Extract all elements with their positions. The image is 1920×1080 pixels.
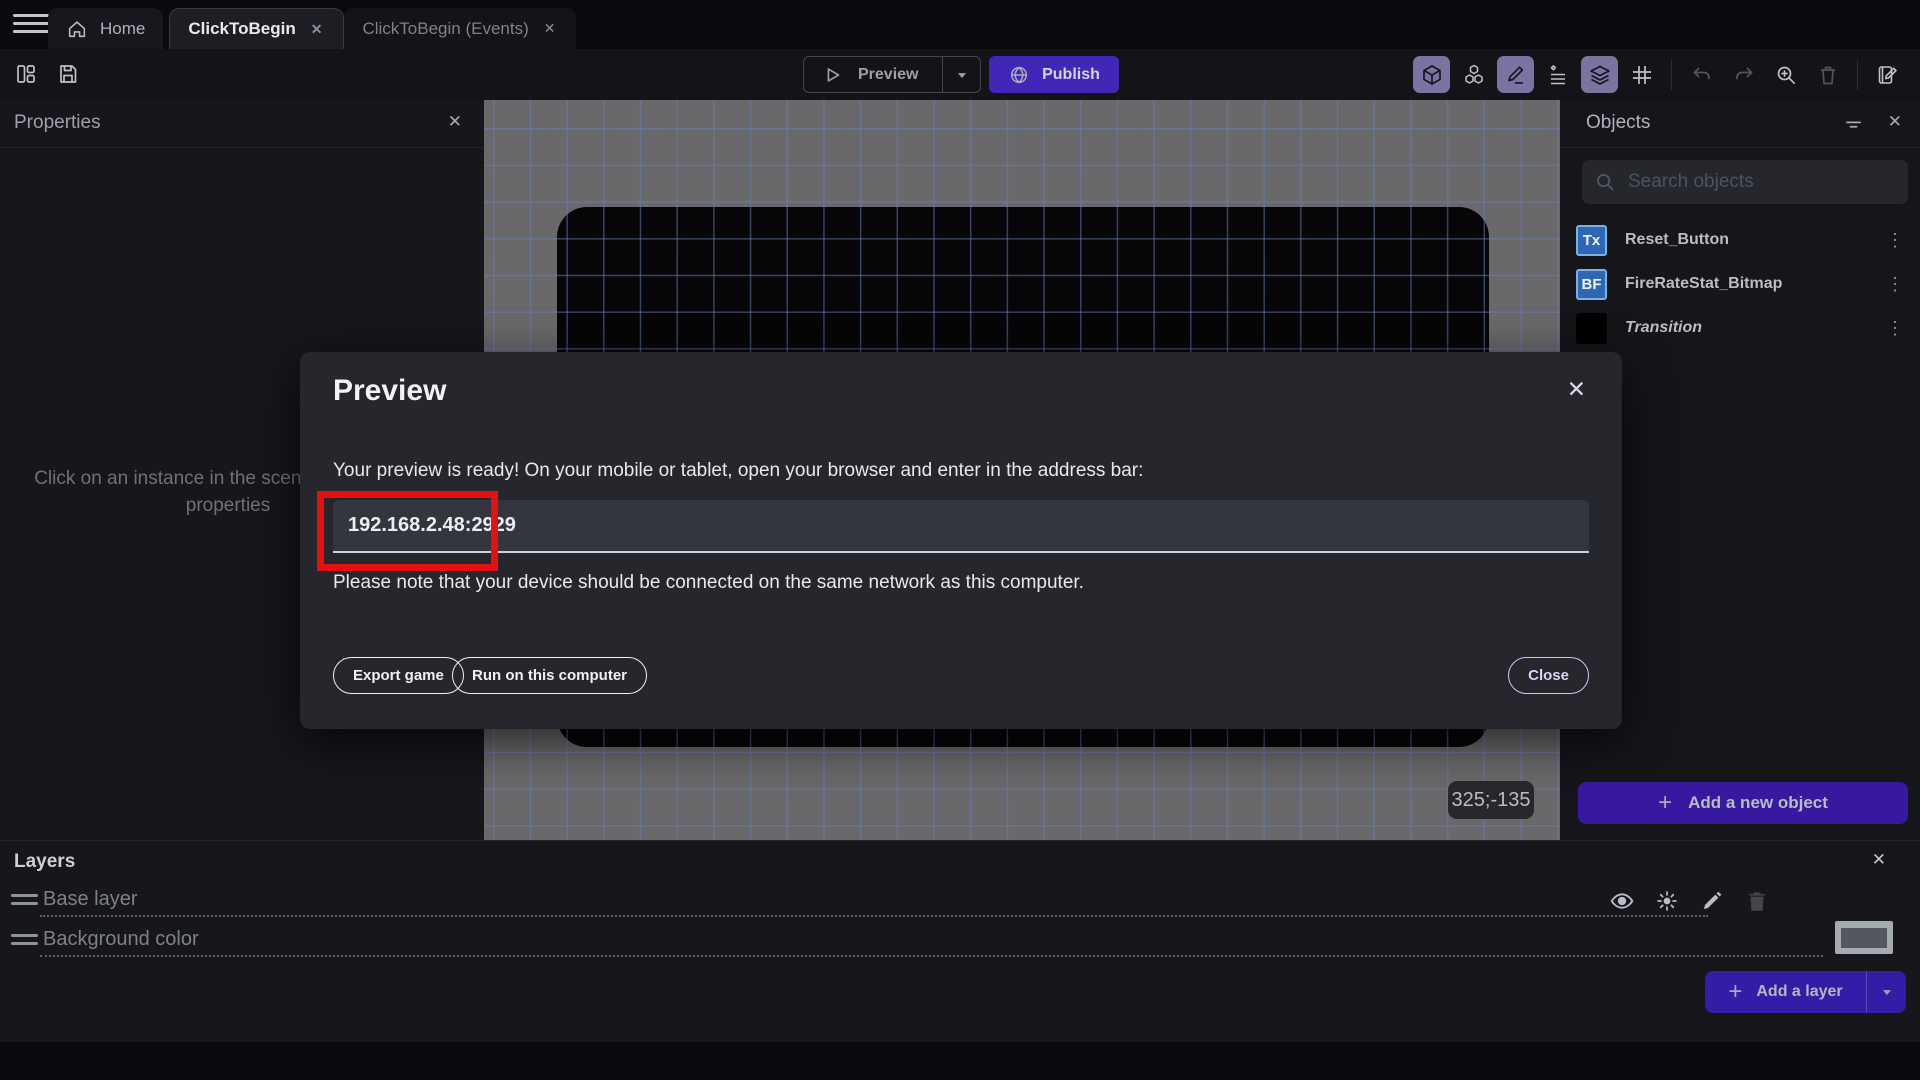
tab-clicktobegin[interactable]: ClickToBegin ✕ <box>169 8 345 49</box>
search-icon <box>1594 171 1616 193</box>
more-options-icon[interactable]: ⋮ <box>1886 318 1904 339</box>
layers-title: Layers <box>14 851 76 872</box>
window-bottom-area <box>0 1042 1920 1080</box>
visibility-eye-icon[interactable] <box>1609 888 1635 914</box>
objects-panel-header: Objects ✕ <box>1560 100 1920 148</box>
object-name: FireRateStat_Bitmap <box>1625 275 1783 292</box>
trash-icon[interactable] <box>1809 56 1846 93</box>
search-input[interactable] <box>1628 171 1896 193</box>
dialog-body-text: Your preview is ready! On your mobile or… <box>333 460 1144 481</box>
undo-icon[interactable] <box>1683 56 1720 93</box>
toolbar-divider <box>1671 59 1672 90</box>
layer-name: Base layer <box>43 888 138 910</box>
home-icon <box>66 18 88 40</box>
close-button[interactable]: Close <box>1508 657 1589 694</box>
background-color-swatch[interactable] <box>1835 921 1893 954</box>
tab-label: ClickToBegin (Events) <box>362 18 529 38</box>
cursor-coordinates-badge: 325;-135 <box>1448 781 1534 819</box>
publish-label: Publish <box>1042 65 1100 83</box>
properties-title: Properties <box>14 112 101 133</box>
edit-scene-icon[interactable] <box>1869 56 1906 93</box>
layer-name: Background color <box>43 928 199 950</box>
object-name: Transition <box>1625 319 1703 336</box>
chevron-down-icon <box>957 72 966 78</box>
toolbar-right-icons <box>1413 56 1906 93</box>
grid-icon[interactable] <box>1623 56 1660 93</box>
layer-row-background-color[interactable]: Background color <box>0 921 1920 959</box>
drag-handle-icon[interactable] <box>11 894 38 910</box>
layers-panel-icon[interactable] <box>1581 56 1618 93</box>
toolbar-left-icons <box>14 62 80 86</box>
properties-panel-icon[interactable] <box>1497 56 1534 93</box>
preview-address-field[interactable]: 192.168.2.48:2929 <box>333 500 1589 553</box>
preview-label: Preview <box>858 65 919 83</box>
preview-button[interactable]: Preview <box>803 56 981 93</box>
redo-icon[interactable] <box>1725 56 1762 93</box>
dialog-title: Preview <box>333 374 447 407</box>
add-new-object-button[interactable]: + Add a new object <box>1578 782 1908 824</box>
toolbar-divider <box>1857 59 1858 90</box>
add-layer-button[interactable]: + Add a layer <box>1705 971 1906 1013</box>
close-tab-icon[interactable]: ✕ <box>541 18 559 39</box>
object-row-fireratestat-bitmap[interactable]: BF FireRateStat_Bitmap ⋮ <box>1560 262 1920 306</box>
objects-panel-icon[interactable] <box>1413 56 1450 93</box>
effects-icon[interactable] <box>1654 888 1680 914</box>
more-options-icon[interactable]: ⋮ <box>1886 230 1904 251</box>
hamburger-menu-icon[interactable] <box>13 14 49 36</box>
layer-divider <box>40 955 1823 957</box>
delete-layer-icon[interactable] <box>1744 888 1770 914</box>
plus-icon: + <box>1658 789 1673 816</box>
objects-title: Objects <box>1586 112 1651 133</box>
object-groups-icon[interactable] <box>1455 56 1492 93</box>
objects-search-box[interactable] <box>1582 160 1908 204</box>
layer-actions <box>1609 888 1770 914</box>
tab-label: ClickToBegin <box>188 19 296 38</box>
objects-list: Tx Reset_Button ⋮ BF FireRateStat_Bitmap… <box>1560 218 1920 350</box>
tabs: Home ClickToBegin ✕ ClickToBegin (Events… <box>48 8 577 49</box>
layers-panel: Layers ✕ Base layer Background color + A… <box>0 840 1920 1042</box>
add-object-label: Add a new object <box>1688 793 1828 812</box>
object-name: Reset_Button <box>1625 231 1730 248</box>
object-row-transition[interactable]: Transition ⋮ <box>1560 306 1920 350</box>
tab-clicktobegin-events[interactable]: ClickToBegin (Events) ✕ <box>344 8 577 49</box>
close-dialog-icon[interactable]: ✕ <box>1567 376 1586 403</box>
close-icon[interactable]: ✕ <box>1872 850 1886 870</box>
layer-divider <box>40 915 1708 917</box>
plus-icon: + <box>1728 978 1743 1005</box>
close-tab-icon[interactable]: ✕ <box>308 19 326 40</box>
toolbar: Preview Publish <box>0 49 1920 100</box>
tab-bar: Home ClickToBegin ✕ ClickToBegin (Events… <box>0 0 1920 49</box>
chevron-down-icon <box>1882 990 1891 995</box>
tab-home[interactable]: Home <box>48 8 164 49</box>
preview-dropdown-button[interactable] <box>942 57 980 92</box>
sprite-object-icon <box>1576 312 1607 344</box>
close-icon[interactable]: ✕ <box>448 112 462 132</box>
more-options-icon[interactable]: ⋮ <box>1886 274 1904 295</box>
close-icon[interactable]: ✕ <box>1888 112 1902 132</box>
object-row-reset-button[interactable]: Tx Reset_Button ⋮ <box>1560 218 1920 262</box>
save-icon[interactable] <box>56 62 80 86</box>
export-game-button[interactable]: Export game <box>333 657 464 694</box>
zoom-icon[interactable] <box>1767 56 1804 93</box>
edit-pencil-icon[interactable] <box>1699 888 1725 914</box>
panels-layout-icon[interactable] <box>14 62 38 86</box>
globe-icon <box>1008 64 1030 86</box>
preview-dialog: Preview ✕ Your preview is ready! On your… <box>300 352 1622 729</box>
filter-icon[interactable] <box>1843 114 1864 135</box>
gdevelop-editor: Home ClickToBegin ✕ ClickToBegin (Events… <box>0 0 1920 1080</box>
tab-label: Home <box>100 18 146 38</box>
publish-button[interactable]: Publish <box>989 56 1119 93</box>
instances-list-icon[interactable] <box>1539 56 1576 93</box>
bitmap-font-object-icon: BF <box>1576 268 1607 300</box>
dialog-note-text: Please note that your device should be c… <box>333 572 1084 593</box>
add-layer-label: Add a layer <box>1756 983 1843 1000</box>
properties-panel-header: Properties ✕ <box>0 100 484 148</box>
drag-handle-icon[interactable] <box>11 934 38 950</box>
play-icon <box>822 64 844 86</box>
layer-row-base[interactable]: Base layer <box>0 885 1920 919</box>
add-layer-dropdown-button[interactable] <box>1866 971 1906 1013</box>
text-object-icon: Tx <box>1576 224 1607 256</box>
run-on-this-computer-button[interactable]: Run on this computer <box>452 657 647 694</box>
